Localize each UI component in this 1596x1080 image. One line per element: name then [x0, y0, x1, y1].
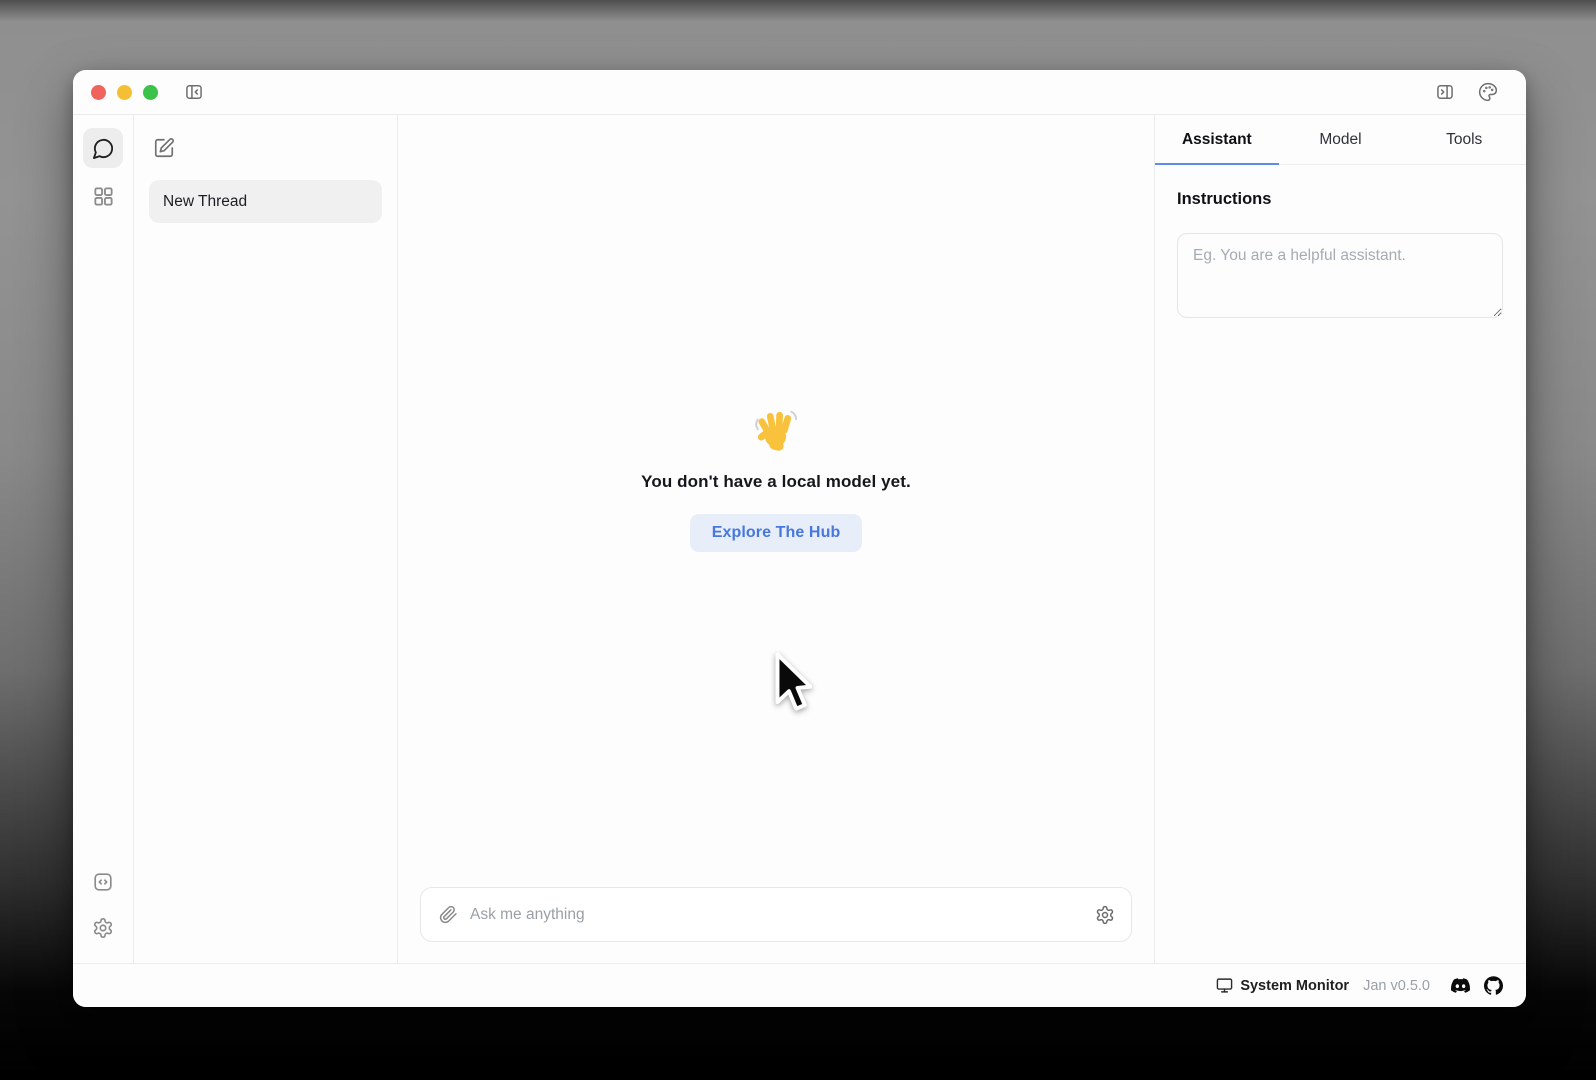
tab-assistant[interactable]: Assistant — [1155, 115, 1279, 164]
instructions-heading: Instructions — [1177, 190, 1503, 209]
left-rail — [73, 115, 134, 963]
empty-state-message: You don't have a local model yet. — [641, 472, 911, 492]
thread-list-item[interactable]: New Thread — [149, 180, 382, 223]
system-monitor-toggle[interactable]: System Monitor — [1216, 977, 1349, 994]
chat-message-input[interactable] — [470, 906, 1095, 924]
tab-model[interactable]: Model — [1279, 115, 1403, 164]
github-icon[interactable] — [1484, 976, 1503, 995]
instructions-textarea[interactable] — [1177, 233, 1503, 318]
traffic-lights — [91, 85, 158, 100]
zoom-window-button[interactable] — [143, 85, 158, 100]
code-square-icon — [92, 871, 114, 893]
palette-icon[interactable] — [1478, 82, 1498, 102]
sidebar-item-hub[interactable] — [83, 176, 123, 216]
desktop-backdrop: { "titlebar": { "traffic_lights": { "clo… — [0, 0, 1596, 1080]
monitor-icon — [1216, 977, 1233, 994]
app-window: New Thread — [73, 70, 1526, 1007]
hub-grid-icon — [92, 185, 115, 208]
local-api-server-button[interactable] — [92, 871, 114, 893]
titlebar — [73, 70, 1526, 115]
window-content: New Thread — [73, 115, 1526, 963]
minimize-window-button[interactable] — [117, 85, 132, 100]
thread-list-panel: New Thread — [134, 115, 398, 963]
settings-button[interactable] — [92, 917, 114, 939]
sidebar-item-threads[interactable] — [83, 128, 123, 168]
panel-left-collapse-icon[interactable] — [184, 82, 204, 102]
explore-hub-button[interactable]: Explore The Hub — [690, 514, 863, 552]
statusbar: System Monitor Jan v0.5.0 — [73, 963, 1526, 1007]
tab-tools[interactable]: Tools — [1402, 115, 1526, 164]
right-panel-tabs: Assistant Model Tools — [1155, 115, 1526, 165]
close-window-button[interactable] — [91, 85, 106, 100]
thread-title: New Thread — [163, 193, 247, 211]
discord-icon[interactable] — [1451, 976, 1470, 995]
inference-settings-gear-icon[interactable] — [1095, 905, 1115, 925]
settings-gear-icon — [92, 917, 114, 939]
assistant-tab-body: Instructions — [1155, 165, 1526, 323]
system-monitor-label: System Monitor — [1240, 978, 1349, 994]
waving-hand-emoji — [753, 408, 799, 454]
compose-edit-icon — [153, 137, 175, 159]
chat-bubble-icon — [92, 137, 115, 160]
right-panel: Assistant Model Tools Instructions — [1155, 115, 1526, 963]
paperclip-icon[interactable] — [439, 905, 458, 924]
app-version-label: Jan v0.5.0 — [1363, 978, 1430, 994]
chat-input-bar — [420, 887, 1132, 942]
panel-right-toggle-icon[interactable] — [1435, 82, 1455, 102]
empty-state: You don't have a local model yet. Explor… — [398, 408, 1154, 552]
main-chat-area: You don't have a local model yet. Explor… — [398, 115, 1155, 963]
new-thread-compose-button[interactable] — [153, 137, 175, 159]
